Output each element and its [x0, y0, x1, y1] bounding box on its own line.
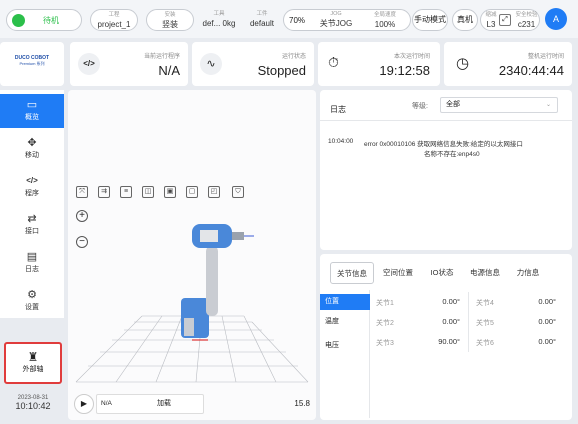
- view-cube-icon[interactable]: ▣: [164, 186, 176, 198]
- runtime-value: 19:12:58: [379, 63, 430, 78]
- zoom-in-icon[interactable]: +: [76, 210, 88, 222]
- chevron-down-icon: ⌄: [545, 102, 551, 108]
- subnav-voltage[interactable]: 电压: [320, 340, 339, 350]
- robot-status-label: 待机: [43, 16, 59, 25]
- install-selector[interactable]: 安装 竖装: [146, 9, 194, 31]
- move-icon: ✥: [27, 137, 37, 149]
- sidebar-item-interface[interactable]: ⇄ 接口: [0, 208, 64, 242]
- datetime: 2023-08-31 10:10:42: [15, 395, 51, 411]
- code-icon: </>: [78, 53, 100, 75]
- jog-percent: 70%: [289, 16, 306, 25]
- joint-5-value: 0.00°: [538, 317, 556, 326]
- robot-3d-viewport[interactable]: ⤧ ⇉ ≡ ◫ ▣ ▢ ◰ ⛉ + − ▶ N/A 加载 15.8: [68, 90, 316, 420]
- code-icon: </>: [26, 176, 38, 185]
- zoom-out-icon[interactable]: −: [76, 236, 88, 248]
- expand-icon: ⤢: [499, 14, 511, 26]
- log-level-label: 等级:: [412, 103, 428, 110]
- runtime-card: ⏱ 本次运行时间 19:12:58: [318, 42, 440, 86]
- program-card[interactable]: </> 当前运行程序 N/A: [70, 42, 188, 86]
- info-subnav: 位置 温度 电压: [320, 290, 370, 418]
- joint-3-label: 关节3: [376, 340, 394, 347]
- view-top-icon[interactable]: ≡: [120, 186, 132, 198]
- view-iso-icon[interactable]: ⤧: [76, 186, 88, 198]
- tab-force-info[interactable]: 力信息: [508, 262, 548, 284]
- log-level-select[interactable]: 全部 ⌄: [440, 97, 558, 113]
- run-status: Stopped: [257, 63, 306, 78]
- manual-mode-button[interactable]: 手动模式: [412, 9, 448, 31]
- total-runtime-value: 2340:44:44: [498, 63, 564, 78]
- view-cube-alt-icon[interactable]: ▢: [186, 186, 198, 198]
- status-card: ∿ 运行状态 Stopped: [192, 42, 314, 86]
- tab-joint-info[interactable]: 关节信息: [330, 262, 374, 284]
- project-selector[interactable]: 工程 project_1: [90, 9, 138, 31]
- joint-6-label: 关节6: [476, 340, 494, 347]
- speed-value: 15.8: [294, 399, 310, 408]
- top-bar: 待机 工程 project_1 安装 竖装 工具 def... 0kg 工件 d…: [0, 0, 578, 38]
- calendar-icon: ▤: [26, 251, 38, 263]
- sidebar-item-overview[interactable]: ▭ 概览: [0, 94, 64, 128]
- brand-logo: DUCO COBOT Premium 系列: [0, 42, 64, 86]
- user-avatar[interactable]: A: [545, 8, 567, 30]
- jog-mode[interactable]: JOG 关节JOG: [316, 9, 356, 28]
- joint-1-label: 关节1: [376, 300, 394, 307]
- log-entry-text-cont: 名称不存在:enp4s0: [424, 151, 480, 158]
- log-entry-time: 10:04:00: [328, 138, 354, 145]
- total-runtime-card: ◷ 整机运行时间 2340:44:44: [444, 42, 572, 86]
- view-shield-icon[interactable]: ⛉: [232, 186, 244, 198]
- safety-group[interactable]: 缩减 L3 ⤢ 安全校验 c231: [480, 9, 540, 31]
- view-box-icon[interactable]: ◰: [208, 186, 220, 198]
- monitor-icon: ▭: [26, 99, 38, 111]
- sidebar-item-move[interactable]: ✥ 移动: [0, 132, 64, 166]
- joint-3-value: 90.00°: [438, 337, 460, 346]
- tool-workpiece-group[interactable]: 工具 def... 0kg 工件 default: [196, 9, 282, 31]
- joint-2-label: 关节2: [376, 320, 394, 327]
- log-entry-text: error 0x00010106 获取网络信息失败:给定的以太网接口: [364, 141, 523, 148]
- sidebar-item-settings[interactable]: ⚙ 设置: [0, 284, 64, 318]
- tab-power-info[interactable]: 电源信息: [466, 262, 504, 284]
- workpiece-selector[interactable]: 工件 default: [242, 9, 282, 28]
- pulse-icon: ∿: [200, 53, 222, 75]
- status-dot-icon: [12, 14, 25, 27]
- jog-speed-group[interactable]: 70% JOG 关节JOG 全局速度 100%: [283, 9, 411, 31]
- joint-2-value: 0.00°: [442, 317, 460, 326]
- sidebar-item-log[interactable]: ▤ 日志: [0, 246, 64, 280]
- robot-arm-icon: ♜: [27, 350, 39, 364]
- global-speed[interactable]: 全局速度 100%: [362, 10, 408, 29]
- divider: [320, 120, 572, 121]
- joint-5-label: 关节5: [476, 320, 494, 327]
- real-machine-button[interactable]: 真机: [452, 9, 478, 31]
- log-title: 日志: [330, 105, 346, 114]
- joint-6-value: 0.00°: [538, 337, 556, 346]
- clock-icon: ◷: [456, 55, 470, 72]
- load-button[interactable]: 加载: [144, 394, 184, 414]
- external-axis-button[interactable]: ♜ 外部轴: [4, 342, 62, 384]
- joint-4-value: 0.00°: [538, 297, 556, 306]
- safety-checksum: 安全校验 c231: [515, 12, 538, 29]
- gear-icon: ⚙: [27, 289, 37, 301]
- swap-icon: ⇄: [27, 213, 37, 225]
- joint-4-label: 关节4: [476, 300, 494, 307]
- program-name: N/A: [158, 63, 180, 78]
- log-panel: 日志 等级: 全部 ⌄ 10:04:00 error 0x00010106 获取…: [320, 90, 572, 250]
- subnav-position[interactable]: 位置: [320, 294, 370, 310]
- sidebar-item-program[interactable]: </> 程序: [0, 170, 64, 204]
- tab-io-status[interactable]: IO状态: [424, 262, 460, 284]
- divider: [468, 292, 469, 352]
- stopwatch-icon: ⏱: [328, 54, 339, 70]
- view-side-icon[interactable]: ⇉: [98, 186, 110, 198]
- view-front-icon[interactable]: ◫: [142, 186, 154, 198]
- joint-1-value: 0.00°: [442, 297, 460, 306]
- viewport-scene: [75, 224, 309, 383]
- robot-status-pill[interactable]: 待机: [6, 9, 82, 31]
- tool-selector[interactable]: 工具 def... 0kg: [200, 9, 238, 28]
- sidebar: ▭ 概览 ✥ 移动 </> 程序 ⇄ 接口 ▤ 日志 ⚙ 设置: [0, 90, 64, 318]
- safety-mode: 缩减 L3: [485, 12, 497, 29]
- subnav-temperature[interactable]: 温度: [320, 316, 339, 326]
- play-icon[interactable]: ▶: [74, 394, 94, 414]
- program-player: ▶ N/A 加载 15.8: [72, 392, 312, 416]
- tab-space-position[interactable]: 空间位置: [376, 262, 420, 284]
